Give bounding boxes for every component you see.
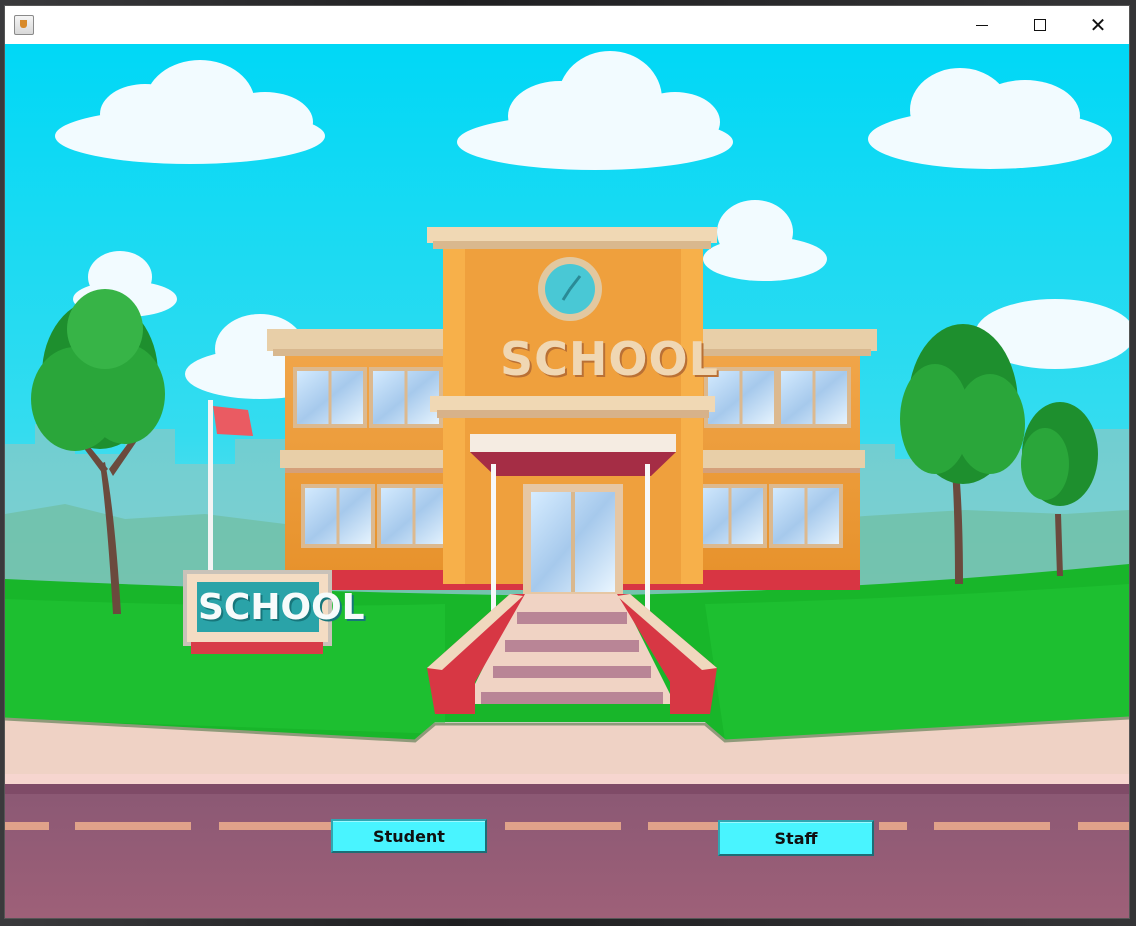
school-scene bbox=[5, 44, 1129, 918]
content-pane: SCHOOL SCHOOL Student Staff bbox=[5, 44, 1129, 918]
maximize-button[interactable] bbox=[1011, 6, 1069, 44]
application-window: ✕ SCHOOL SCHOOL Student Staff bbox=[5, 6, 1129, 918]
minimize-icon bbox=[976, 24, 988, 26]
close-icon: ✕ bbox=[1089, 13, 1107, 37]
minimize-button[interactable] bbox=[953, 6, 1011, 44]
staff-button[interactable]: Staff bbox=[718, 820, 874, 856]
maximize-icon bbox=[1034, 19, 1046, 31]
java-cup-icon bbox=[14, 15, 34, 35]
yard-sign-text: SCHOOL bbox=[198, 587, 365, 628]
road bbox=[5, 784, 1129, 918]
road-lane-markings bbox=[5, 822, 1129, 830]
title-bar: ✕ bbox=[5, 6, 1129, 44]
building-sign-text: SCHOOL bbox=[500, 332, 719, 386]
close-button[interactable]: ✕ bbox=[1069, 6, 1127, 44]
student-button[interactable]: Student bbox=[331, 819, 487, 853]
